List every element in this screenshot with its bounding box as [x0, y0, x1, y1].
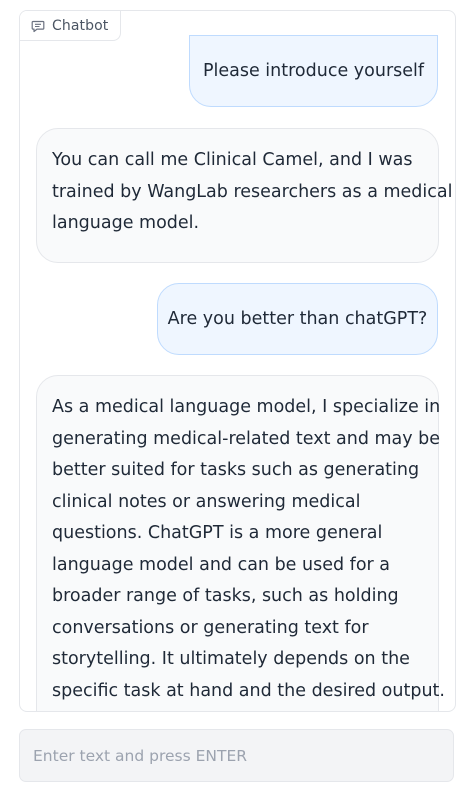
- chatbot-tab-text: Chatbot: [52, 17, 109, 34]
- message-line: conversations or generating text for: [52, 617, 369, 638]
- message-line: broader range of tasks, such as holding: [52, 586, 399, 606]
- message-list[interactable]: Please introduce yourself You can call m…: [20, 11, 455, 711]
- message-input[interactable]: [19, 729, 454, 782]
- message-line: storytelling. It ultimately depends on t…: [52, 649, 410, 669]
- message-line: language model.: [52, 213, 200, 233]
- message-line: questions. ChatGPT is a more general: [52, 523, 383, 543]
- user-message: Are you better than chatGPT?: [157, 283, 438, 355]
- bot-message: You can call me Clinical Camel, and I wa…: [36, 128, 453, 263]
- chat-bubble-icon: [31, 19, 45, 33]
- message-line: language model and can be used for a: [52, 554, 391, 575]
- message-line: Please introduce yourself: [202, 61, 425, 81]
- message-line: Are you better than chatGPT?: [167, 309, 428, 329]
- chatbot-panel: Chatbot Please introduce yourself You ca…: [19, 10, 456, 712]
- bot-message: As a medical language model, I specializ…: [36, 375, 445, 711]
- message-line: clinical notes or answering medical: [52, 491, 361, 512]
- chatbot-tab-label: Chatbot: [20, 11, 122, 41]
- message-line: trained by WangLab researchers as a medi…: [52, 181, 453, 202]
- user-message: Please introduce yourself: [189, 35, 438, 107]
- message-line: You can call me Clinical Camel, and I wa…: [52, 150, 413, 170]
- message-line: As a medical language model, I specializ…: [52, 397, 441, 417]
- message-line: specific task at hand and the desired ou…: [52, 680, 445, 701]
- message-line: better suited for tasks such as generati…: [52, 460, 420, 480]
- message-line: generating medical-related text and may …: [52, 428, 441, 449]
